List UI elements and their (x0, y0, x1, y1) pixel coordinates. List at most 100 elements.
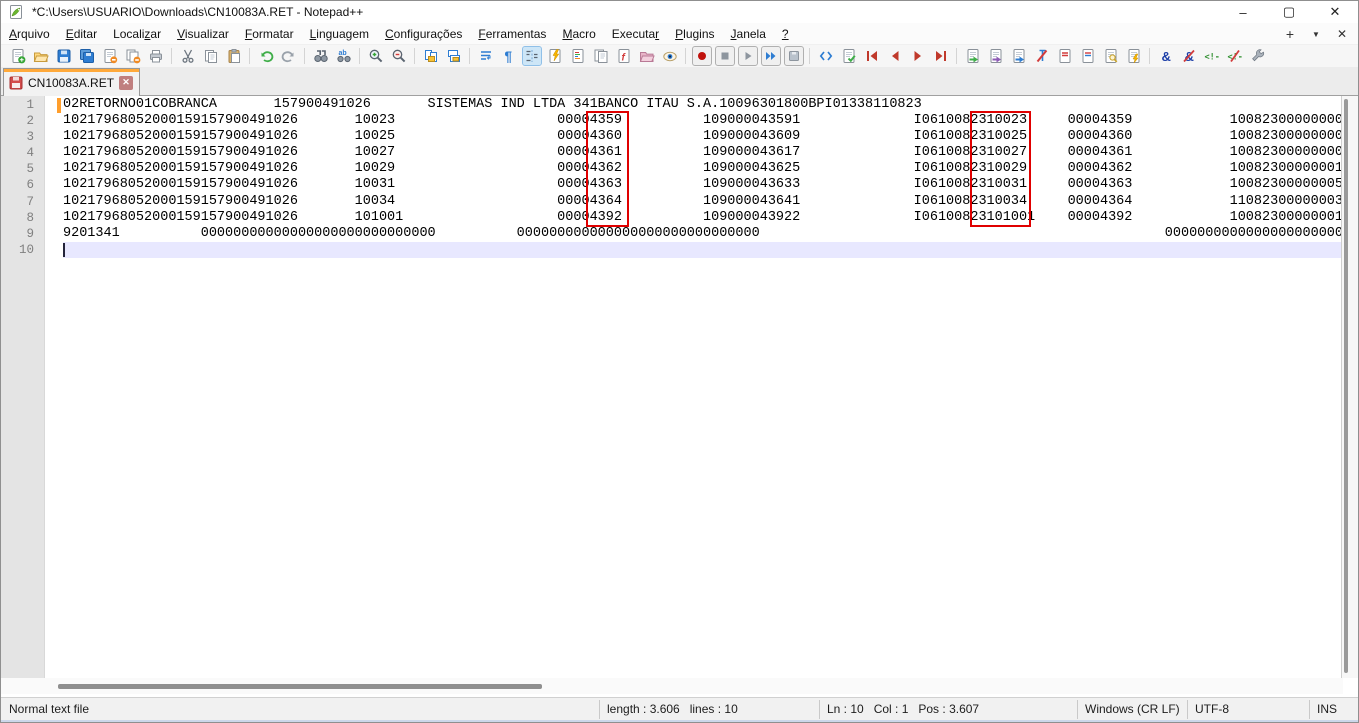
status-length-lines: length : 3.606 lines : 10 (607, 702, 738, 716)
paste-icon[interactable] (225, 47, 243, 65)
menu-ferramentas[interactable]: Ferramentas (470, 24, 554, 44)
document-list-icon[interactable] (592, 47, 610, 65)
horizontal-scrollbar[interactable] (1, 678, 1343, 694)
code-line-10[interactable] (63, 242, 1343, 258)
menu-?[interactable]: ? (774, 24, 797, 44)
text-content[interactable]: 02RETORNO01COBRANCA 157900491026 SISTEMA… (63, 97, 1343, 258)
undo-icon[interactable] (257, 47, 275, 65)
tab-strip: CN10083A.RET ✕ (1, 67, 1358, 96)
function-list-icon[interactable]: f (615, 47, 633, 65)
window-title: *C:\Users\USUARIO\Downloads\CN10083A.RET… (32, 5, 364, 19)
code-line-1[interactable]: 02RETORNO01COBRANCA 157900491026 SISTEMA… (63, 97, 1343, 113)
code-line-9[interactable]: 9201341 00000000000000000000000000000 00… (63, 226, 1343, 242)
minimize-button[interactable]: – (1220, 1, 1266, 23)
save-all-icon[interactable] (78, 47, 96, 65)
line-number-9: 9 (26, 226, 34, 241)
user-defined-language-icon[interactable] (546, 47, 564, 65)
new-file-icon[interactable] (9, 47, 27, 65)
plugin-options-wrench-icon[interactable] (1249, 47, 1267, 65)
record-macro-icon[interactable] (691, 46, 712, 66)
title-bar: *C:\Users\USUARIO\Downloads\CN10083A.RET… (1, 1, 1358, 23)
print-icon[interactable] (147, 47, 165, 65)
open-file-icon[interactable] (32, 47, 50, 65)
search-in-doc-icon[interactable] (1102, 47, 1120, 65)
close-all-icon[interactable] (124, 47, 142, 65)
menu-linguagem[interactable]: Linguagem (302, 24, 377, 44)
copy-icon[interactable] (202, 47, 220, 65)
toolbar: ab¶f&&<!--<!-- (1, 45, 1358, 67)
stop-macro-icon[interactable] (714, 46, 735, 66)
clear-marks-icon[interactable] (1033, 47, 1051, 65)
menu-macro[interactable]: Macro (554, 24, 603, 44)
monitoring-icon[interactable] (661, 47, 679, 65)
tab-cn10083a-ret[interactable]: CN10083A.RET ✕ (3, 68, 141, 96)
word-wrap-icon[interactable] (477, 47, 495, 65)
zoom-out-icon[interactable] (390, 47, 408, 65)
go-first-icon[interactable] (863, 47, 881, 65)
compare-doc-1-icon[interactable] (1056, 47, 1074, 65)
code-line-3[interactable]: 10217968052000159157900491026 10025 0000… (63, 129, 1343, 145)
find-icon[interactable] (312, 47, 330, 65)
redo-icon[interactable] (280, 47, 298, 65)
export-doc-purple-icon[interactable] (987, 47, 1005, 65)
export-doc-green-icon[interactable] (964, 47, 982, 65)
cut-icon[interactable] (179, 47, 197, 65)
vertical-scrollbar-thumb[interactable] (1344, 99, 1348, 673)
close-tab-x-icon[interactable]: ✕ (1334, 26, 1350, 42)
svg-text:<!--: <!-- (1227, 53, 1243, 63)
code-line-7[interactable]: 10217968052000159157900491026 10034 0000… (63, 194, 1343, 210)
indent-guide-icon[interactable] (521, 46, 542, 66)
status-encoding[interactable]: UTF-8 (1195, 702, 1229, 716)
menu-localizar[interactable]: Localizar (105, 24, 169, 44)
replace-icon[interactable]: ab (335, 47, 353, 65)
menu-janela[interactable]: Janela (723, 24, 774, 44)
run-external-icon[interactable] (817, 47, 835, 65)
editor-area[interactable]: 1 2 3 4 5 6 7 8 9 10 02RETORNO01COBRANCA 15790049… (1, 96, 1358, 678)
uncomment-line-icon[interactable]: <!-- (1226, 47, 1244, 65)
quick-highlight-icon[interactable] (1125, 47, 1143, 65)
close-icon[interactable] (101, 47, 119, 65)
sync-horizontal-scroll-icon[interactable] (445, 47, 463, 65)
menu-configuraes[interactable]: Configurações (377, 24, 470, 44)
line-number-3: 3 (26, 130, 34, 145)
folder-as-workspace-icon[interactable] (638, 47, 656, 65)
show-all-characters-icon[interactable]: ¶ (500, 47, 518, 65)
vertical-scrollbar[interactable] (1341, 96, 1358, 678)
save-macro-icon[interactable] (783, 46, 804, 66)
menu-plugins[interactable]: Plugins (667, 24, 722, 44)
menu-executar[interactable]: Executar (604, 24, 667, 44)
menu-editar[interactable]: Editar (58, 24, 105, 44)
menu-arquivo[interactable]: Arquivo (1, 24, 58, 44)
go-next-icon[interactable] (909, 47, 927, 65)
code-line-4[interactable]: 10217968052000159157900491026 10027 0000… (63, 145, 1343, 161)
tab-close-icon[interactable]: ✕ (119, 75, 134, 90)
menu-visualizar[interactable]: Visualizar (169, 24, 237, 44)
close-button[interactable]: ✕ (1312, 1, 1358, 23)
horizontal-scrollbar-thumb[interactable] (58, 684, 542, 689)
compare-doc-2-icon[interactable] (1079, 47, 1097, 65)
mime-encode-icon[interactable]: & (1157, 47, 1175, 65)
validate-document-icon[interactable] (840, 47, 858, 65)
zoom-in-icon[interactable] (367, 47, 385, 65)
new-tab-plus-icon[interactable]: + (1282, 26, 1298, 42)
code-line-5[interactable]: 10217968052000159157900491026 10029 0000… (63, 161, 1343, 177)
maximize-button[interactable]: ▢ (1266, 1, 1312, 23)
code-line-6[interactable]: 10217968052000159157900491026 10031 0000… (63, 177, 1343, 193)
code-line-2[interactable]: 10217968052000159157900491026 10023 0000… (63, 113, 1343, 129)
run-macro-multiple-icon[interactable] (760, 46, 781, 66)
play-macro-icon[interactable] (737, 46, 758, 66)
go-previous-icon[interactable] (886, 47, 904, 65)
document-map-icon[interactable] (569, 47, 587, 65)
mime-decode-icon[interactable]: & (1180, 47, 1198, 65)
menu-formatar[interactable]: Formatar (237, 24, 302, 44)
tab-list-arrow-icon[interactable]: ▼ (1308, 26, 1324, 42)
text-caret (63, 243, 65, 257)
code-line-8[interactable]: 10217968052000159157900491026 101001 000… (63, 210, 1343, 226)
status-insert-mode[interactable]: INS (1317, 702, 1337, 716)
save-icon[interactable] (55, 47, 73, 65)
sync-vertical-scroll-icon[interactable] (422, 47, 440, 65)
export-doc-blue-icon[interactable] (1010, 47, 1028, 65)
comment-line-icon[interactable]: <!-- (1203, 47, 1221, 65)
status-eol-format[interactable]: Windows (CR LF) (1085, 702, 1180, 716)
go-last-icon[interactable] (932, 47, 950, 65)
